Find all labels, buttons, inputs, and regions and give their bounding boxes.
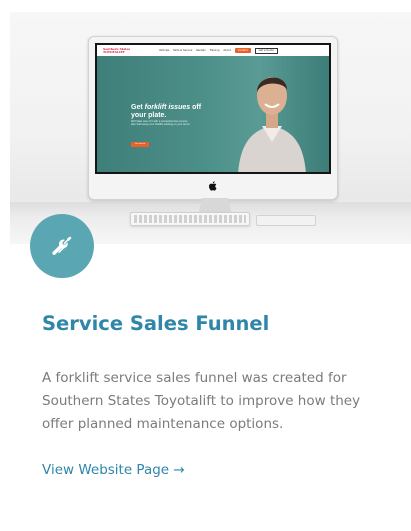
tools-icon bbox=[52, 236, 72, 255]
keyboard-keys bbox=[134, 215, 246, 223]
person-photo-icon bbox=[238, 77, 306, 172]
monitor-chin bbox=[89, 174, 337, 199]
mockup-site-logo: Southern States TOYOTALIFT bbox=[103, 47, 143, 54]
portfolio-card: Southern States TOYOTALIFT Vehicles Part… bbox=[0, 0, 411, 531]
mockup-site-hero: Get forklift issues off your plate. We'l… bbox=[97, 56, 329, 172]
desktop-monitor: Southern States TOYOTALIFT Vehicles Part… bbox=[88, 36, 338, 200]
mockup-outline-button: Get a Quote bbox=[254, 47, 278, 54]
mockup-menu-item: Vehicles bbox=[159, 49, 170, 52]
mockup-headline-prefix: Get bbox=[131, 104, 145, 111]
mockup-headline: Get forklift issues off your plate. bbox=[131, 104, 211, 119]
arrow-right-icon: → bbox=[173, 462, 185, 478]
view-website-link[interactable]: View Website Page → bbox=[42, 460, 185, 480]
mockup-logo-line2: TOYOTALIFT bbox=[103, 49, 125, 54]
apple-logo-icon bbox=[209, 181, 217, 191]
view-website-link-label: View Website Page bbox=[42, 462, 170, 478]
card-title: Service Sales Funnel bbox=[42, 312, 270, 335]
mockup-menu-item: Training bbox=[209, 49, 220, 52]
mockup-site-nav: Southern States TOYOTALIFT Vehicles Part… bbox=[97, 45, 329, 56]
keyboard bbox=[130, 212, 250, 226]
mockup-menu-item: About bbox=[223, 49, 231, 52]
mockup-subtext: We'll take care of it with a comprehensi… bbox=[131, 120, 191, 127]
mockup-hero-button: Get Started bbox=[131, 142, 149, 147]
trackpad bbox=[256, 215, 316, 226]
service-badge bbox=[30, 214, 94, 278]
mockup-headline-emphasis: forklift issues bbox=[144, 104, 191, 111]
monitor-screen: Southern States TOYOTALIFT Vehicles Part… bbox=[95, 43, 331, 174]
mockup-cta-button: Contact bbox=[234, 48, 251, 53]
hero-image: Southern States TOYOTALIFT Vehicles Part… bbox=[10, 12, 411, 244]
mockup-site-menu: Vehicles Parts & Service Rentals Trainin… bbox=[159, 47, 278, 54]
card-description: A forklift service sales funnel was crea… bbox=[42, 370, 361, 432]
mockup-menu-item: Parts & Service bbox=[173, 49, 193, 52]
mockup-menu-item: Rentals bbox=[196, 49, 206, 52]
